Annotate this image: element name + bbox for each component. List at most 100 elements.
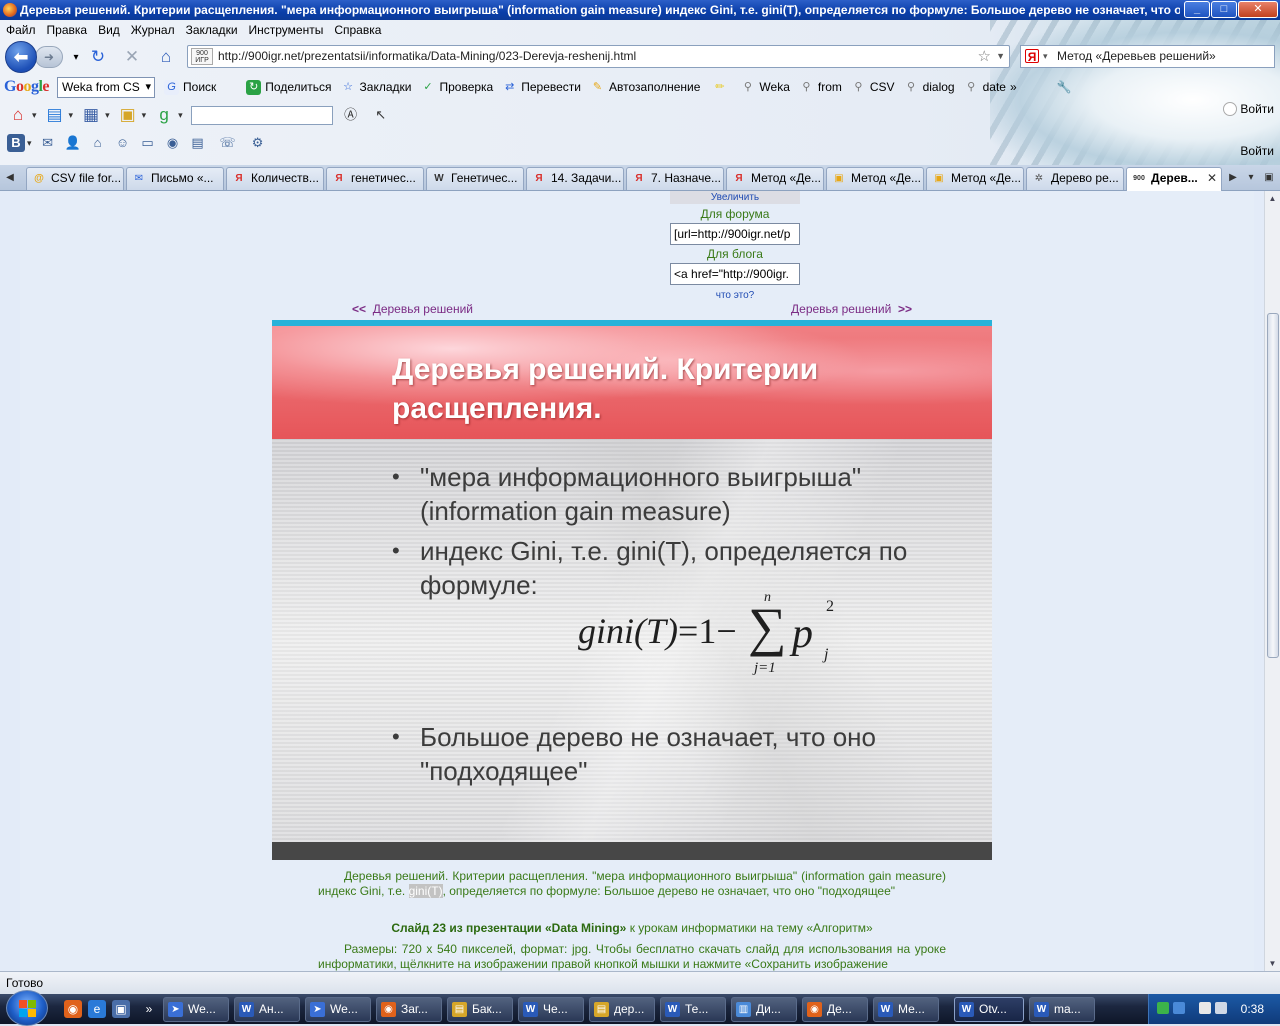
google-translate-button[interactable]: ⇄ Перевести (502, 80, 581, 95)
text-search-icon[interactable]: Ⓐ (339, 104, 363, 126)
tab-yandex-5[interactable]: Я Метод «Де... (726, 167, 824, 190)
cursor-icon[interactable]: ↖ (369, 104, 393, 126)
tray-volume-icon[interactable] (1215, 1002, 1227, 1014)
prev-slide-link[interactable]: << Деревья решений (352, 302, 473, 316)
tab-scroll-right-icon[interactable]: ▶ (1226, 169, 1240, 187)
maximize-button[interactable]: □ (1211, 1, 1237, 18)
close-window-button[interactable]: ✕ (1238, 1, 1278, 18)
menu-help[interactable]: Справка (334, 23, 381, 37)
history-dropdown-icon[interactable]: ▾ (66, 48, 86, 68)
address-bar[interactable]: 900 ИГР http://900igr.net/prezentatsii/i… (187, 45, 1010, 68)
scroll-down-icon[interactable]: ▼ (1265, 956, 1280, 971)
scrollbar-thumb[interactable] (1267, 313, 1279, 658)
tab-list-icon[interactable]: ▾ (1244, 169, 1258, 187)
home-page-icon[interactable]: ⌂ (6, 104, 30, 126)
notes-icon[interactable]: ▤ (189, 134, 207, 152)
tab-yandex-4[interactable]: Я 7. Назначе... (626, 167, 724, 190)
signin-link-2[interactable]: Войти (1240, 144, 1274, 158)
tab-letter[interactable]: ✉ Письмо «... (126, 167, 224, 190)
search-text[interactable]: Метод «Деревьев решений» (1057, 49, 1216, 63)
mail-icon[interactable]: ✉ (39, 134, 57, 152)
tray-app-icon[interactable] (1157, 1002, 1169, 1014)
taskbar-item-active[interactable]: W Otv... (954, 997, 1024, 1022)
tab-tree[interactable]: ✲ Дерево ре... (1026, 167, 1124, 190)
wrench-icon[interactable]: 🔧 (1057, 80, 1072, 94)
vertical-scrollbar[interactable]: ▲ ▼ (1264, 191, 1280, 971)
show-desktop-icon[interactable]: ▣ (112, 1000, 130, 1018)
yandex-icon[interactable]: Я (1025, 49, 1039, 64)
forum-code-field[interactable]: [url=http://900igr.net/p (670, 223, 800, 245)
tab-method-2[interactable]: ▣ Метод «Де... (926, 167, 1024, 190)
taskbar-item-9[interactable]: ▥ Ди... (731, 997, 797, 1022)
taskbar-item-3[interactable]: ➤ We... (305, 997, 371, 1022)
tray-display-icon[interactable] (1199, 1002, 1211, 1014)
tab-method-1[interactable]: ▣ Метод «Де... (826, 167, 924, 190)
taskbar-item-10[interactable]: ◉ Де... (802, 997, 868, 1022)
tab-active-900igr[interactable]: 900 Дерев... ✕ (1126, 167, 1222, 191)
menu-view[interactable]: Вид (98, 23, 120, 37)
tab-csv-file[interactable]: @ CSV file for... (26, 167, 124, 190)
presentation-link[interactable]: Слайд 23 из презентации «Data Mining» (391, 921, 626, 935)
taskbar-item-4[interactable]: ◉ Заг... (376, 997, 442, 1022)
settings-gear-icon[interactable]: ⚙ (249, 134, 267, 152)
back-button[interactable]: ⬅ (5, 41, 37, 73)
menu-tools[interactable]: Инструменты (249, 23, 324, 37)
google-spellcheck-button[interactable]: ✓ Проверка (420, 80, 493, 95)
menu-history[interactable]: Журнал (131, 23, 175, 37)
search-term-dialog[interactable]: ⚲ dialog (904, 80, 955, 95)
tray-network-icon[interactable] (1173, 1002, 1185, 1014)
toolbar-overflow-chevron[interactable]: » (1010, 80, 1017, 94)
quicklaunch-more-icon[interactable]: » (140, 1000, 158, 1018)
minimize-button[interactable]: _ (1184, 1, 1210, 18)
google-signin-link[interactable]: Войти (1223, 102, 1274, 116)
taskbar-item-2[interactable]: W Ан... (234, 997, 300, 1022)
menu-edit[interactable]: Правка (47, 23, 88, 37)
search-engine-dropdown-icon[interactable]: ▾ (1043, 46, 1048, 67)
what-is-this-link[interactable]: что это? (670, 290, 800, 301)
ie-quicklaunch-icon[interactable]: e (88, 1000, 106, 1018)
taskbar-item-5[interactable]: ▤ Бак... (447, 997, 513, 1022)
tab-close-icon[interactable]: ✕ (1207, 168, 1217, 189)
menu-file[interactable]: Файл (6, 23, 36, 37)
music-icon[interactable]: ◉ (164, 134, 182, 152)
taskbar-item-7[interactable]: ▤ дер... (589, 997, 655, 1022)
google-bookmarks-button[interactable]: ☆ Закладки (341, 80, 411, 95)
taskbar-item-1[interactable]: ➤ We... (163, 997, 229, 1022)
taskbar-item-11[interactable]: W Ме... (873, 997, 939, 1022)
extra-search-input[interactable] (190, 105, 333, 125)
google-logo[interactable]: Google (4, 78, 49, 96)
url-text[interactable]: http://900igr.net/prezentatsii/informati… (218, 49, 636, 63)
search-term-date[interactable]: ⚲ date (964, 80, 1006, 95)
photo-icon[interactable]: ▭ (139, 134, 157, 152)
google-highlight-button[interactable]: ✏ (712, 80, 731, 95)
home-icon[interactable]: ⌂ (156, 47, 176, 67)
start-button[interactable] (6, 990, 48, 1026)
friends-icon[interactable]: ☺ (114, 134, 132, 152)
google-share-button[interactable]: ↻ Поделиться (246, 79, 332, 95)
google-search-select[interactable]: Weka from CS (57, 76, 156, 98)
tab-yandex-2[interactable]: Ягенетичес... (326, 167, 424, 190)
url-dropdown-icon[interactable]: ▼ (996, 46, 1005, 67)
google-plus-icon[interactable]: g (152, 104, 176, 126)
firefox-quicklaunch-icon[interactable]: ◉ (64, 1000, 82, 1018)
slide-image[interactable]: Деревья решений. Критерии расщепления. "… (272, 320, 992, 860)
mail-doc-icon[interactable]: ▦ (79, 104, 103, 126)
taskbar-item-6[interactable]: W Че... (518, 997, 584, 1022)
next-slide-link[interactable]: Деревья решений >> (791, 302, 912, 316)
clipboard-icon[interactable]: ▣ (116, 104, 140, 126)
forward-button[interactable]: ➜ (35, 46, 63, 68)
menu-bookmarks[interactable]: Закладки (186, 23, 238, 37)
reload-icon[interactable]: ↻ (88, 47, 108, 67)
page-icon[interactable]: ▤ (43, 104, 67, 126)
google-autofill-button[interactable]: ✎ Автозаполнение (590, 80, 701, 95)
user-icon[interactable]: 👤 (64, 134, 82, 152)
tab-yandex-1[interactable]: Я Количеств... (226, 167, 324, 190)
search-box[interactable]: Я ▾ Метод «Деревьев решений» (1020, 45, 1275, 68)
house-icon[interactable]: ⌂ (89, 134, 107, 152)
blog-code-field[interactable]: <a href="http://900igr. (670, 263, 800, 285)
clock[interactable]: 0:38 (1241, 994, 1264, 1024)
taskbar-item-8[interactable]: W Те... (660, 997, 726, 1022)
tab-yandex-3[interactable]: Я 14. Задачи... (526, 167, 624, 190)
search-term-csv[interactable]: ⚲ CSV (851, 80, 894, 95)
google-search-button[interactable]: G Поиск (164, 79, 216, 95)
